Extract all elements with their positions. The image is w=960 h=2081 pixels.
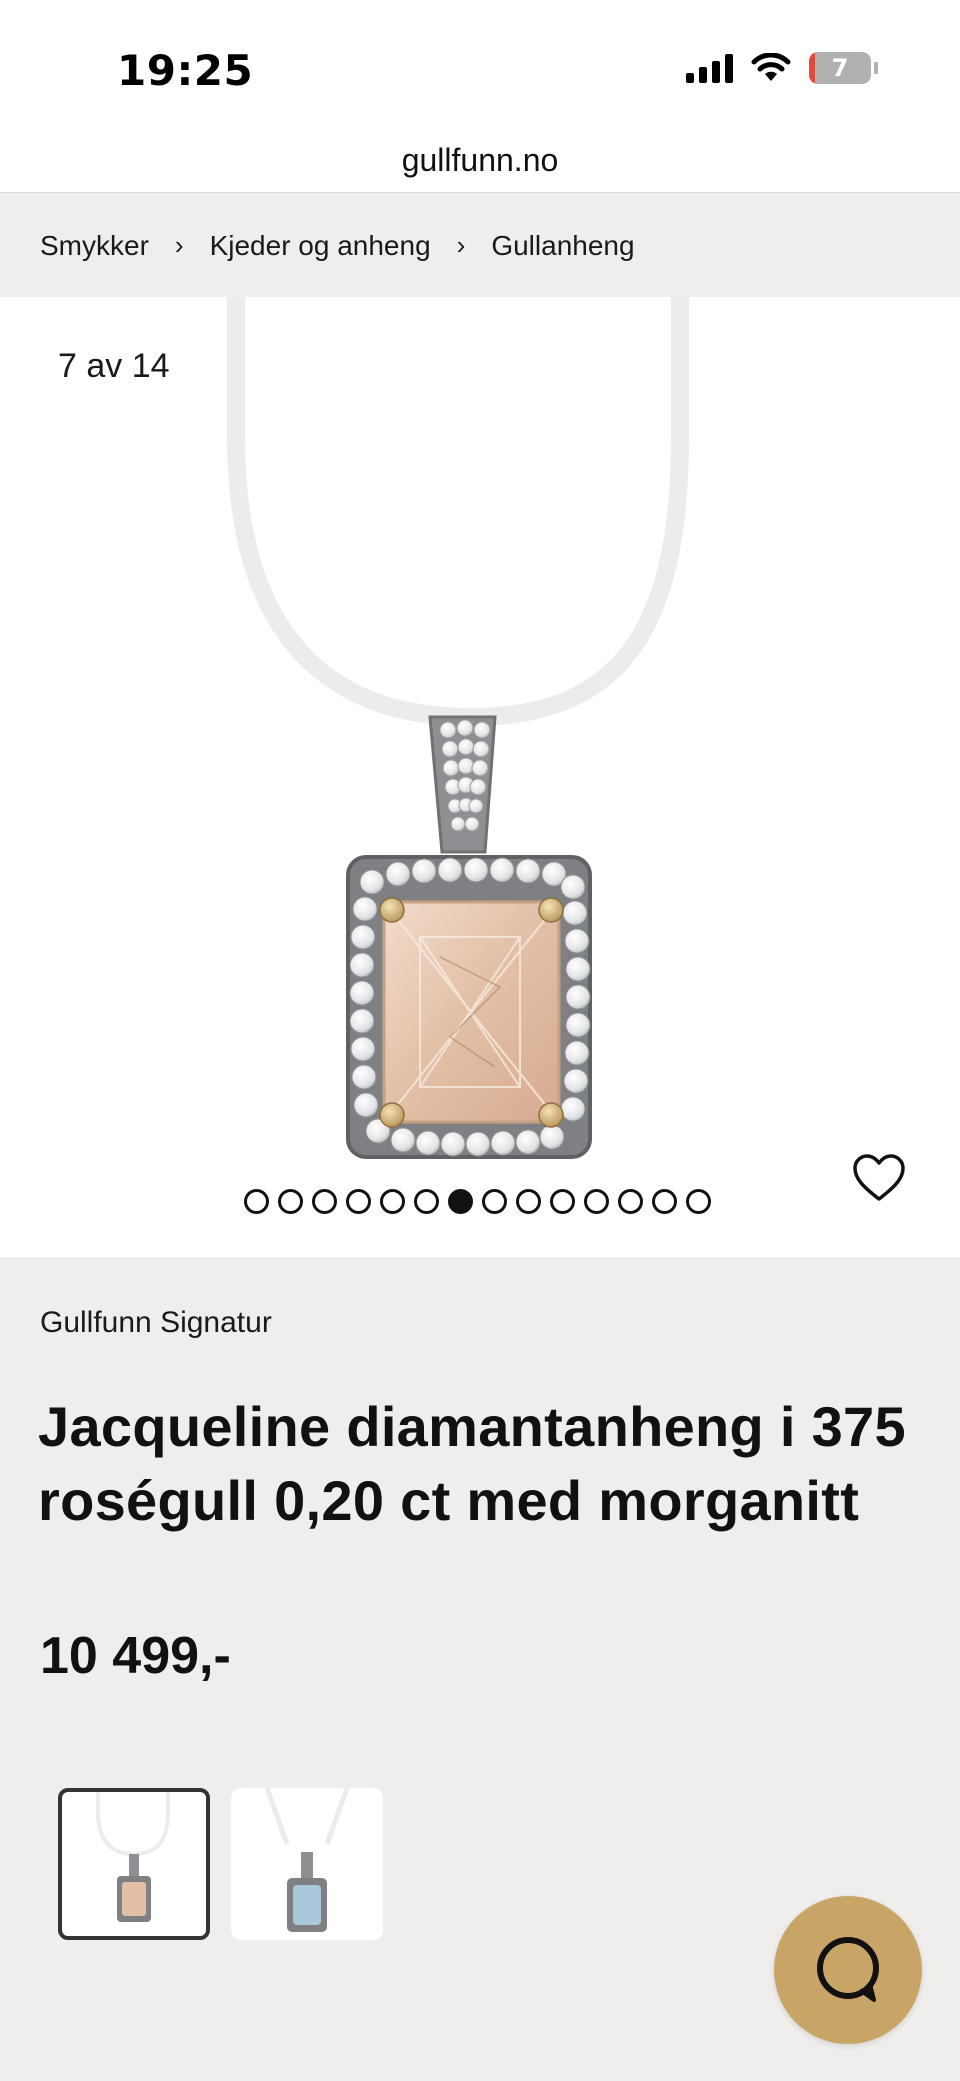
chat-button[interactable] — [774, 1896, 922, 2044]
gallery-pagination — [244, 1189, 711, 1214]
gallery-dot-10[interactable] — [550, 1189, 575, 1214]
gallery-dot-4[interactable] — [346, 1189, 371, 1214]
gallery-dot-9[interactable] — [516, 1189, 541, 1214]
heart-icon[interactable] — [852, 1153, 906, 1203]
battery-icon: 7 — [809, 52, 878, 84]
variant-image-aquamarine — [264, 1788, 350, 1932]
gallery-dot-3[interactable] — [312, 1189, 337, 1214]
variant-thumbnail-aquamarine[interactable] — [231, 1788, 383, 1940]
variant-image-morganite — [96, 1792, 170, 1922]
gallery-dot-5[interactable] — [380, 1189, 405, 1214]
chevron-right-icon: › — [174, 230, 184, 260]
gallery-dot-11[interactable] — [584, 1189, 609, 1214]
gallery-dot-7-active[interactable] — [448, 1189, 473, 1214]
status-time: 19:25 — [117, 46, 254, 95]
address-bar[interactable]: gullfunn.no — [0, 130, 960, 193]
breadcrumb: Smykker › Kjeder og anheng › Gullanheng — [0, 194, 960, 297]
status-bar: 19:25 7 — [0, 0, 960, 130]
gallery-dot-14[interactable] — [686, 1189, 711, 1214]
signal-icon — [686, 53, 733, 83]
chevron-right-icon: › — [456, 230, 466, 260]
breadcrumb-item-kjeder-og-anheng[interactable]: Kjeder og anheng — [210, 230, 431, 262]
image-counter: 7 av 14 — [58, 347, 170, 385]
chat-icon — [817, 1937, 879, 2002]
battery-level: 7 — [831, 54, 849, 82]
breadcrumb-item-gullanheng[interactable]: Gullanheng — [491, 230, 634, 262]
product-title: Jacqueline diamantanheng i 375 roségull … — [38, 1395, 906, 1532]
product-image — [227, 297, 689, 1159]
breadcrumb-item-smykker[interactable]: Smykker — [40, 230, 149, 262]
product-image-gallery[interactable]: 7 av 14 — [0, 297, 960, 1257]
wifi-icon — [751, 53, 791, 81]
gallery-dot-8[interactable] — [482, 1189, 507, 1214]
product-price: 10 499,- — [40, 1627, 231, 1685]
gallery-dot-2[interactable] — [278, 1189, 303, 1214]
url-text: gullfunn.no — [401, 142, 559, 178]
gallery-dot-1[interactable] — [244, 1189, 269, 1214]
product-brand[interactable]: Gullfunn Signatur — [40, 1306, 272, 1340]
gallery-dot-6[interactable] — [414, 1189, 439, 1214]
gallery-dot-13[interactable] — [652, 1189, 677, 1214]
gallery-dot-12[interactable] — [618, 1189, 643, 1214]
variant-thumbnail-morganite[interactable] — [58, 1788, 210, 1940]
status-icons: 7 — [686, 52, 878, 84]
